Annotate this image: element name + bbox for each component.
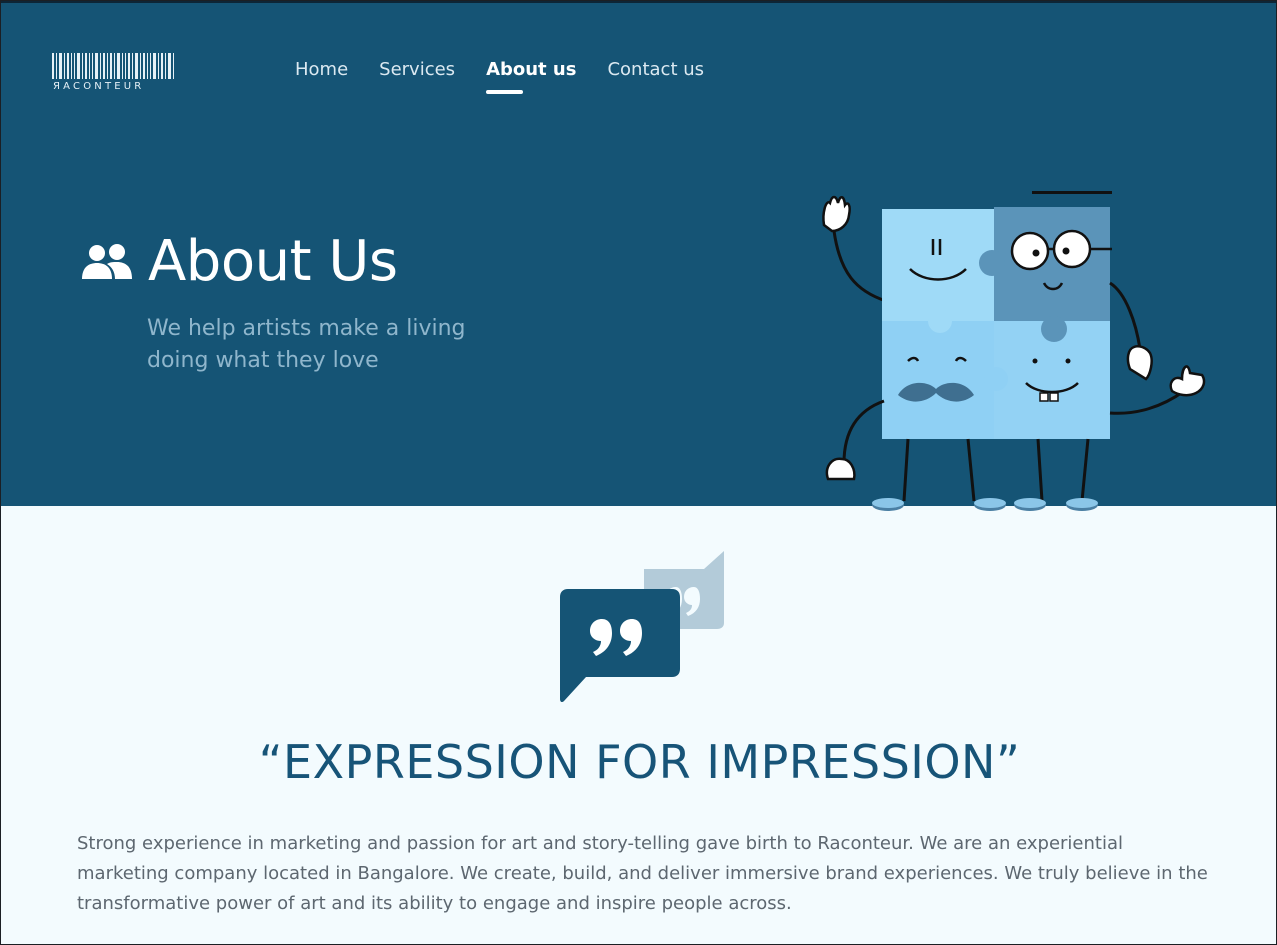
nav-item-contact-us[interactable]: Contact us xyxy=(607,59,704,80)
page-subtitle: We help artists make a living doing what… xyxy=(147,316,466,373)
barcode-logo-icon xyxy=(52,53,174,79)
nav-item-about-us-label: About us xyxy=(486,59,577,80)
logo[interactable]: ЯACONTEUR xyxy=(51,53,175,95)
about-description: Strong experience in marketing and passi… xyxy=(77,833,1208,914)
puzzle-characters-illustration xyxy=(822,191,1206,511)
slogan-heading: “EXPRESSION FOR IMPRESSION” xyxy=(258,735,1021,789)
hero-section: ЯACONTEUR Home Services About us Contact… xyxy=(1,1,1276,511)
nav-item-about-us[interactable]: About us xyxy=(486,59,577,94)
users-icon xyxy=(82,243,132,279)
nav-item-services[interactable]: Services xyxy=(379,59,455,80)
nav-item-home[interactable]: Home xyxy=(295,59,348,80)
active-nav-indicator xyxy=(486,90,524,94)
main-nav: Home Services About us Contact us xyxy=(295,59,704,94)
page: ЯACONTEUR Home Services About us Contact… xyxy=(0,0,1277,945)
logo-text: ЯACONTEUR xyxy=(53,81,145,92)
about-heading: About Us xyxy=(81,229,398,294)
page-title: About Us xyxy=(148,229,398,294)
quote-bubbles-icon xyxy=(560,551,724,703)
